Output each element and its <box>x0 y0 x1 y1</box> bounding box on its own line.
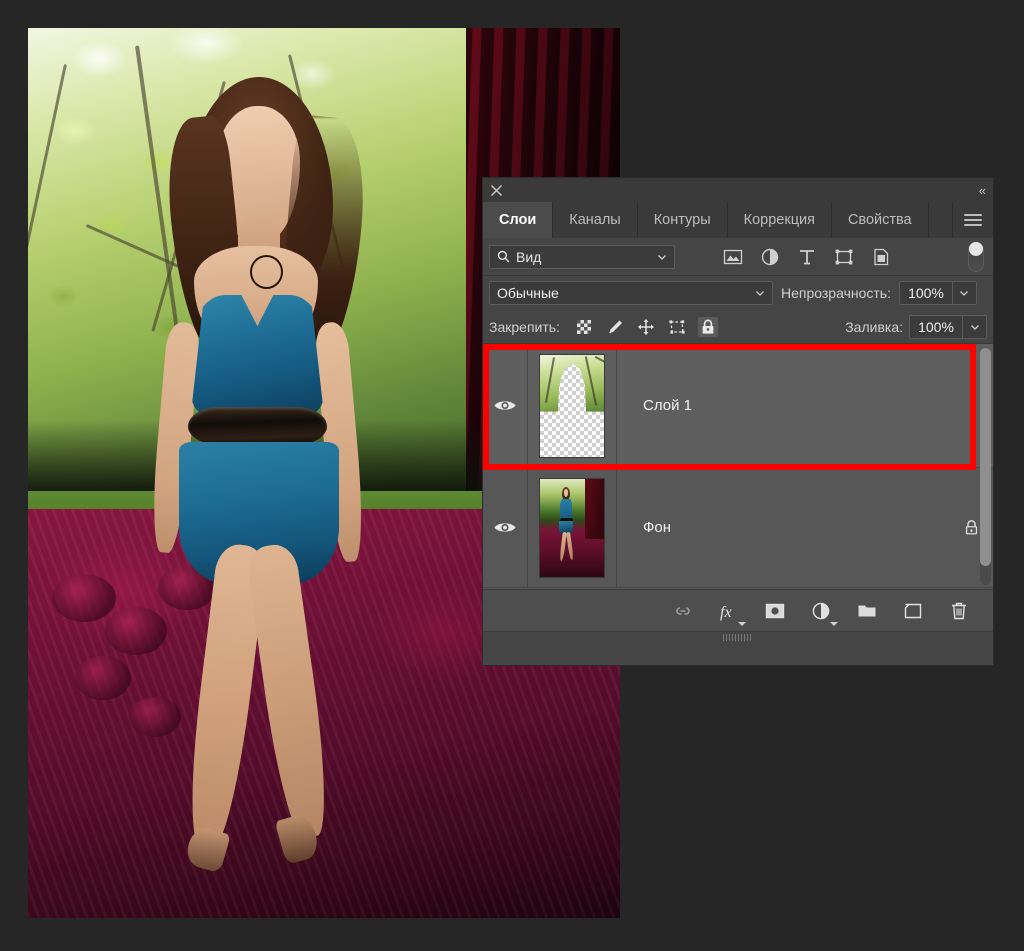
tabs-spacer <box>929 202 953 238</box>
eye-icon <box>494 523 516 532</box>
tab-properties[interactable]: Свойства <box>832 202 929 238</box>
scrollbar-knob[interactable] <box>980 348 991 566</box>
lock-transparent-pixels-icon[interactable] <box>574 317 594 337</box>
blend-mode-value: Обычные <box>497 285 559 301</box>
panel-titlebar: « <box>483 178 993 202</box>
table-row[interactable]: Слой 1 <box>483 344 993 470</box>
new-adjustment-layer-icon[interactable] <box>809 599 838 626</box>
close-icon[interactable] <box>490 184 503 197</box>
screen: « Слои Каналы Контуры Коррекция Свойства <box>0 0 1024 951</box>
eye-icon <box>494 401 516 410</box>
layer-name[interactable]: Слой 1 <box>617 397 949 414</box>
layer-style-fx-icon[interactable]: fx <box>717 599 746 626</box>
layer-name[interactable]: Фон <box>617 519 949 536</box>
collapse-panel-icon[interactable]: « <box>979 183 986 198</box>
layer-thumbnail-cell[interactable] <box>527 468 617 587</box>
shape-layer-filter-icon[interactable] <box>833 246 855 268</box>
tab-channels[interactable]: Каналы <box>553 202 638 238</box>
new-group-icon[interactable] <box>855 599 879 623</box>
blend-mode-select[interactable]: Обычные <box>489 281 773 305</box>
subject-leg-right <box>244 542 336 840</box>
cutout-transparent-thumbnail <box>539 353 605 458</box>
chevron-down-icon <box>960 291 969 296</box>
lock-row: Закрепить: Заливка: 100% <box>483 310 993 344</box>
fill-dropdown-icon[interactable] <box>962 315 986 338</box>
chevron-down-icon <box>756 291 764 296</box>
opacity-label: Непрозрачность: <box>781 285 891 301</box>
layers-bottom-toolbar: fx <box>483 589 993 631</box>
subject-belt <box>187 407 327 447</box>
fill-value[interactable]: 100% <box>910 316 962 338</box>
fill-field[interactable]: 100% <box>909 314 987 339</box>
lock-artboard-nesting-icon[interactable] <box>667 317 687 337</box>
lock-icons <box>574 316 718 337</box>
layer-thumbnail-cell[interactable] <box>527 344 617 467</box>
filter-kind-label: Вид <box>516 248 542 265</box>
opacity-field[interactable]: 100% <box>898 281 977 305</box>
layer-list-scrollbar[interactable] <box>980 348 991 585</box>
subject-necklace <box>250 254 284 289</box>
layer-filter-row: Вид <box>483 238 993 276</box>
hamburger-glyph <box>964 211 982 229</box>
pixel-layer-filter-icon[interactable] <box>722 246 744 268</box>
grip-bars <box>723 634 753 641</box>
layers-panel: « Слои Каналы Контуры Коррекция Свойства <box>483 178 993 665</box>
lock-position-icon[interactable] <box>636 317 656 337</box>
panel-tabs: Слои Каналы Контуры Коррекция Свойства <box>483 202 993 238</box>
opacity-value[interactable]: 100% <box>900 282 952 304</box>
panel-resize-grip[interactable] <box>483 631 993 643</box>
lock-label: Закрепить: <box>489 318 560 335</box>
tab-adjustments[interactable]: Коррекция <box>728 202 832 238</box>
thumbnail-curtain <box>584 478 604 540</box>
adjustment-layer-filter-icon[interactable] <box>759 246 781 268</box>
fill-label: Заливка: <box>845 318 903 335</box>
blend-mode-row: Обычные Непрозрачность: 100% <box>483 276 993 310</box>
tab-layers[interactable]: Слои <box>483 202 554 238</box>
layer-list: Слой 1 Фон <box>483 344 993 589</box>
chevron-down-icon <box>970 324 979 330</box>
type-layer-filter-icon[interactable] <box>796 246 818 268</box>
background-photo-thumbnail <box>539 477 605 578</box>
new-layer-icon[interactable] <box>901 599 925 623</box>
delete-layer-icon[interactable] <box>947 599 971 623</box>
lock-image-pixels-icon[interactable] <box>605 317 625 337</box>
chevron-down-icon <box>658 254 666 260</box>
svg-text:fx: fx <box>720 604 732 621</box>
lock-all-icon[interactable] <box>697 316 718 337</box>
hamburger-menu-icon[interactable] <box>953 202 993 238</box>
smart-object-filter-icon[interactable] <box>870 246 892 268</box>
search-icon <box>497 250 510 263</box>
tab-paths[interactable]: Контуры <box>638 202 728 238</box>
table-row[interactable]: Фон <box>483 468 993 588</box>
add-layer-mask-icon[interactable] <box>763 599 787 623</box>
filter-type-icons <box>722 246 892 268</box>
layer-visibility-toggle[interactable] <box>483 468 527 587</box>
subject-shoe-left <box>183 824 232 874</box>
opacity-dropdown-icon[interactable] <box>951 282 976 304</box>
layer-visibility-toggle[interactable] <box>483 344 527 467</box>
link-layers-icon[interactable] <box>671 599 695 623</box>
filter-enable-toggle[interactable] <box>968 241 984 272</box>
filter-kind-select[interactable]: Вид <box>489 244 675 269</box>
